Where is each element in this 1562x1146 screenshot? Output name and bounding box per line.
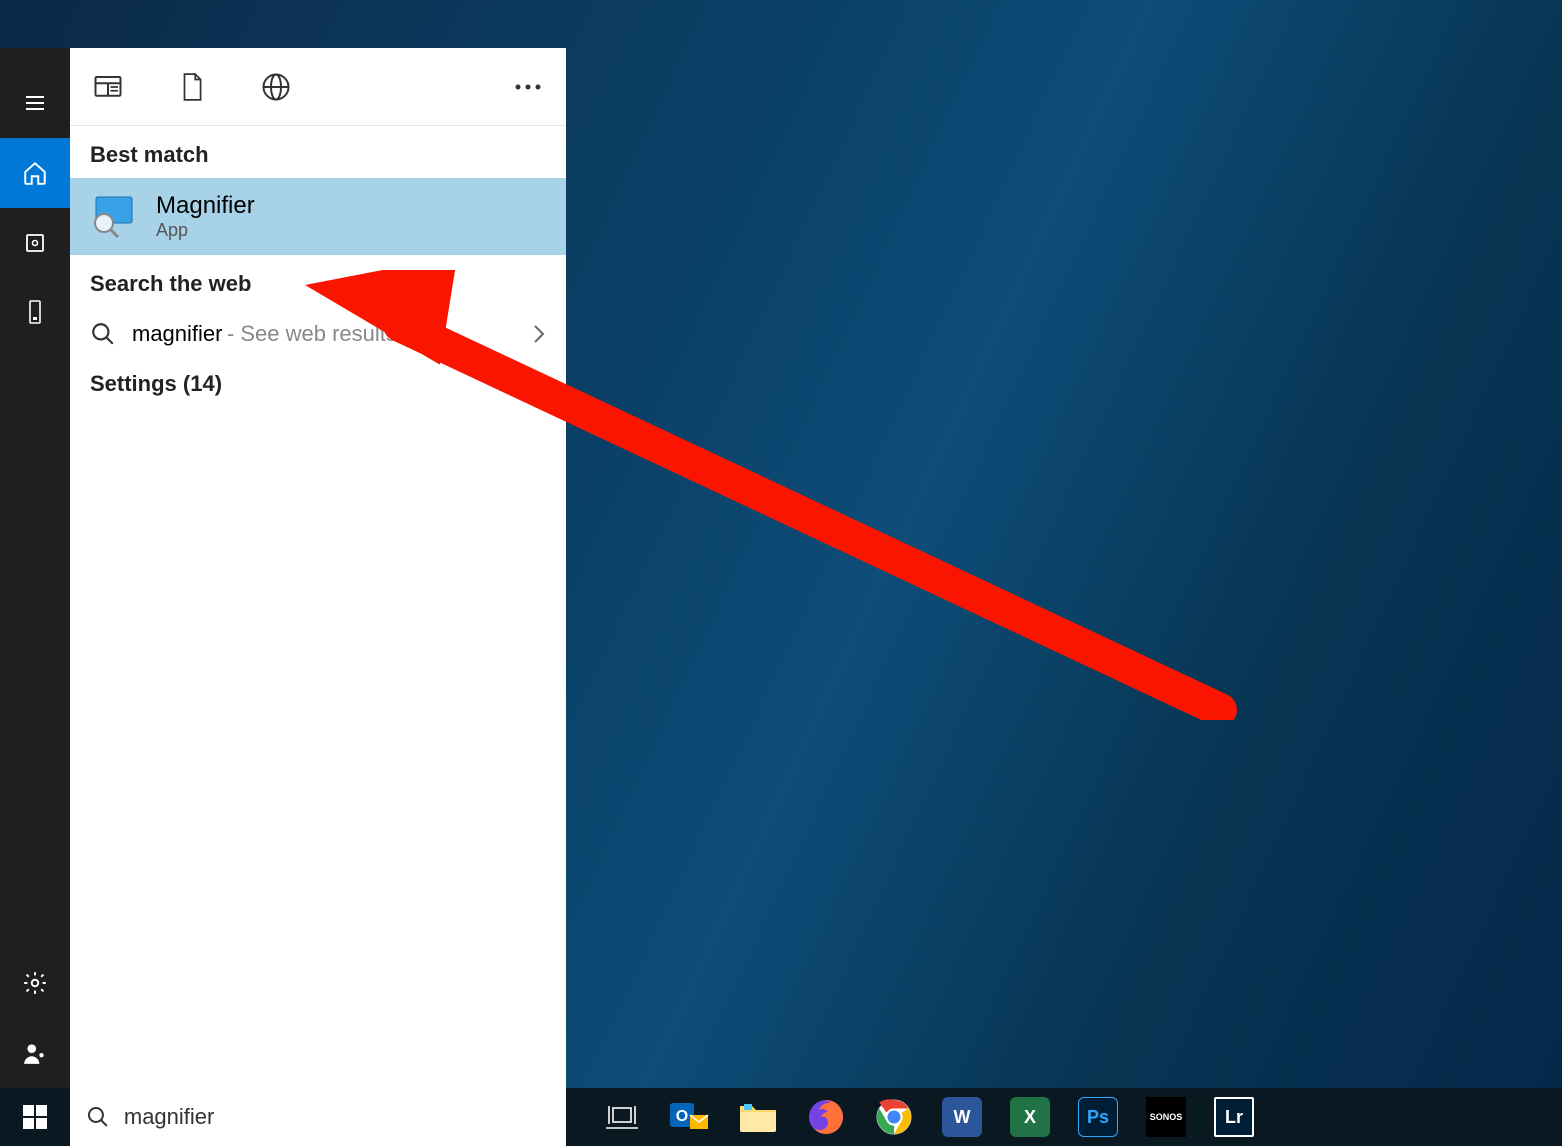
search-results-panel: Best match Magnifier App Search the web … bbox=[70, 48, 566, 1088]
web-hint: - See web results bbox=[227, 321, 397, 346]
excel-app[interactable]: X bbox=[1002, 1088, 1058, 1146]
settings-results[interactable]: Settings (14) bbox=[70, 361, 566, 407]
web-search-result[interactable]: magnifier - See web results bbox=[70, 307, 566, 361]
start-menu-rail bbox=[0, 48, 70, 1088]
search-input[interactable] bbox=[124, 1104, 550, 1130]
file-explorer-app[interactable] bbox=[730, 1088, 786, 1146]
apps-filter-icon[interactable] bbox=[90, 69, 126, 105]
search-filter-tabs bbox=[70, 48, 566, 126]
web-filter-icon[interactable] bbox=[258, 69, 294, 105]
hamburger-menu[interactable] bbox=[0, 68, 70, 138]
taskbar-search-box[interactable] bbox=[70, 1088, 566, 1146]
taskbar: O W X Ps SONOS Lr bbox=[0, 1088, 1562, 1146]
home-tab[interactable] bbox=[0, 138, 70, 208]
chrome-app[interactable] bbox=[866, 1088, 922, 1146]
photoshop-app[interactable]: Ps bbox=[1070, 1088, 1126, 1146]
best-match-header: Best match bbox=[70, 126, 566, 178]
result-title: Magnifier bbox=[156, 192, 255, 220]
more-filters-icon[interactable] bbox=[510, 69, 546, 105]
magnifier-app-icon bbox=[90, 193, 138, 241]
web-search-header: Search the web bbox=[70, 255, 566, 307]
result-subtitle: App bbox=[156, 220, 255, 241]
sonos-app[interactable]: SONOS bbox=[1138, 1088, 1194, 1146]
lightroom-app[interactable]: Lr bbox=[1206, 1088, 1262, 1146]
documents-filter-icon[interactable] bbox=[174, 69, 210, 105]
word-app[interactable]: W bbox=[934, 1088, 990, 1146]
task-view-button[interactable] bbox=[594, 1088, 650, 1146]
svg-text:O: O bbox=[676, 1108, 688, 1125]
search-icon bbox=[86, 1104, 110, 1130]
apps-tab[interactable] bbox=[0, 208, 70, 278]
best-match-result[interactable]: Magnifier App bbox=[70, 178, 566, 255]
settings-button[interactable] bbox=[0, 948, 70, 1018]
account-button[interactable] bbox=[0, 1018, 70, 1088]
chevron-right-icon bbox=[532, 323, 546, 345]
start-button[interactable] bbox=[0, 1088, 70, 1146]
documents-tab[interactable] bbox=[0, 278, 70, 348]
search-icon bbox=[90, 321, 116, 347]
outlook-app[interactable]: O bbox=[662, 1088, 718, 1146]
web-term: magnifier bbox=[132, 321, 222, 346]
firefox-app[interactable] bbox=[798, 1088, 854, 1146]
